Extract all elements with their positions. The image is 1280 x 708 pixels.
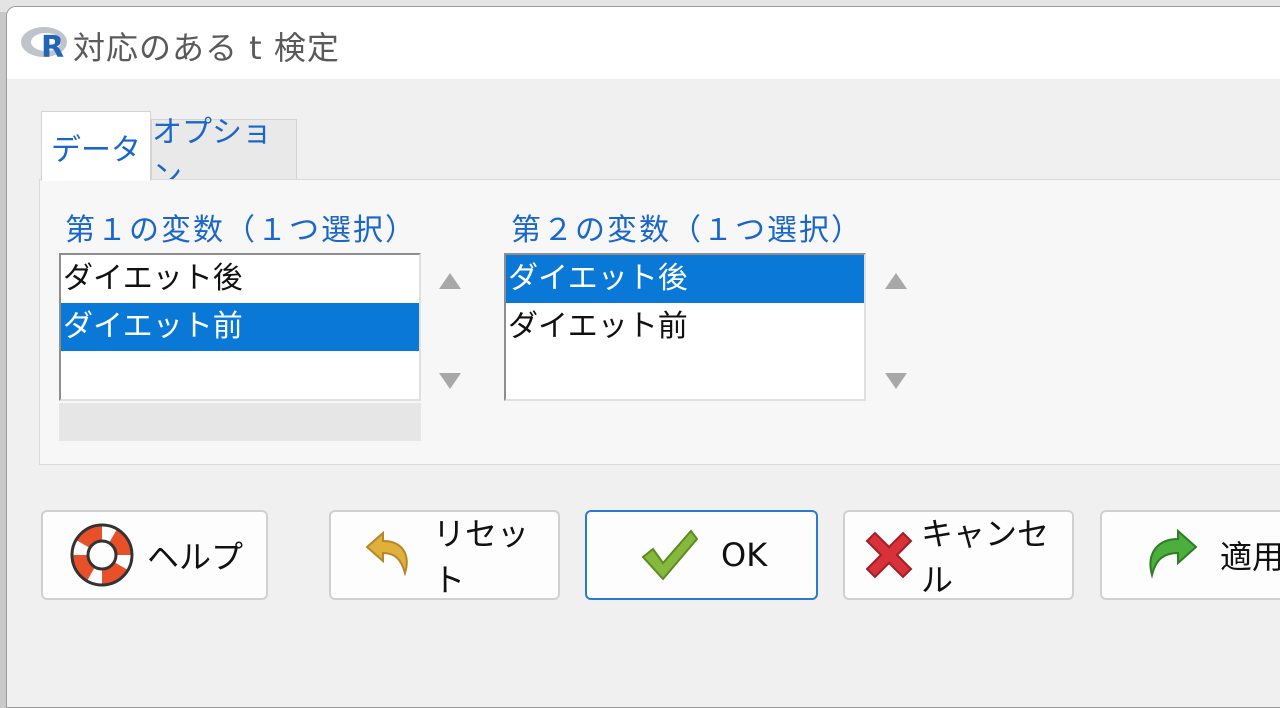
reset-button[interactable]: リセット: [329, 510, 560, 600]
lifebuoy-icon: [70, 523, 134, 587]
help-button-label: ヘルプ: [147, 538, 244, 576]
undo-arrow-icon: [365, 530, 408, 577]
checkmark-icon: [641, 529, 699, 581]
variable1-item-selected[interactable]: ダイエット前: [61, 303, 419, 351]
ok-button-label: OK: [721, 536, 768, 574]
cross-icon: [865, 531, 913, 579]
variable2-label: 第２の変数（１つ選択）: [511, 213, 863, 248]
variable1-scroll-down-icon[interactable]: [437, 371, 463, 391]
variable2-item[interactable]: ダイエット前: [506, 303, 864, 351]
dialog-window: R 対応のある t 検定 データ オプション 第１の変数（１つ選択） ダイエット…: [6, 6, 1280, 708]
variable2-listbox[interactable]: ダイエット後 ダイエット前: [504, 253, 866, 401]
tab-data[interactable]: データ: [41, 111, 151, 181]
apply-button-label: 適用: [1220, 538, 1280, 576]
window-title: 対応のある t 検定: [73, 29, 340, 67]
variable2-item-selected[interactable]: ダイエット後: [506, 255, 864, 303]
variable1-list-footer: [59, 403, 421, 441]
variable1-listbox[interactable]: ダイエット後 ダイエット前: [59, 253, 421, 401]
reset-button-label: リセット: [433, 515, 530, 599]
r-logo-icon: R: [21, 27, 67, 65]
cancel-button-label: キャンセル: [921, 515, 1050, 599]
variable1-item[interactable]: ダイエット後: [61, 255, 419, 303]
variable1-label: 第１の変数（１つ選択）: [65, 213, 417, 248]
redo-arrow-icon: [1149, 528, 1198, 579]
tab-options[interactable]: オプション: [151, 115, 297, 194]
apply-button[interactable]: 適用: [1100, 510, 1280, 600]
ok-button[interactable]: OK: [585, 510, 818, 600]
variable1-scroll-up-icon[interactable]: [437, 271, 463, 291]
variable2-scroll-up-icon[interactable]: [883, 271, 909, 291]
help-button[interactable]: ヘルプ: [41, 510, 268, 600]
variable2-scroll-down-icon[interactable]: [883, 371, 909, 391]
svg-text:R: R: [41, 30, 64, 65]
title-bar: R 対応のある t 検定: [7, 7, 1280, 79]
cancel-button[interactable]: キャンセル: [843, 510, 1074, 600]
